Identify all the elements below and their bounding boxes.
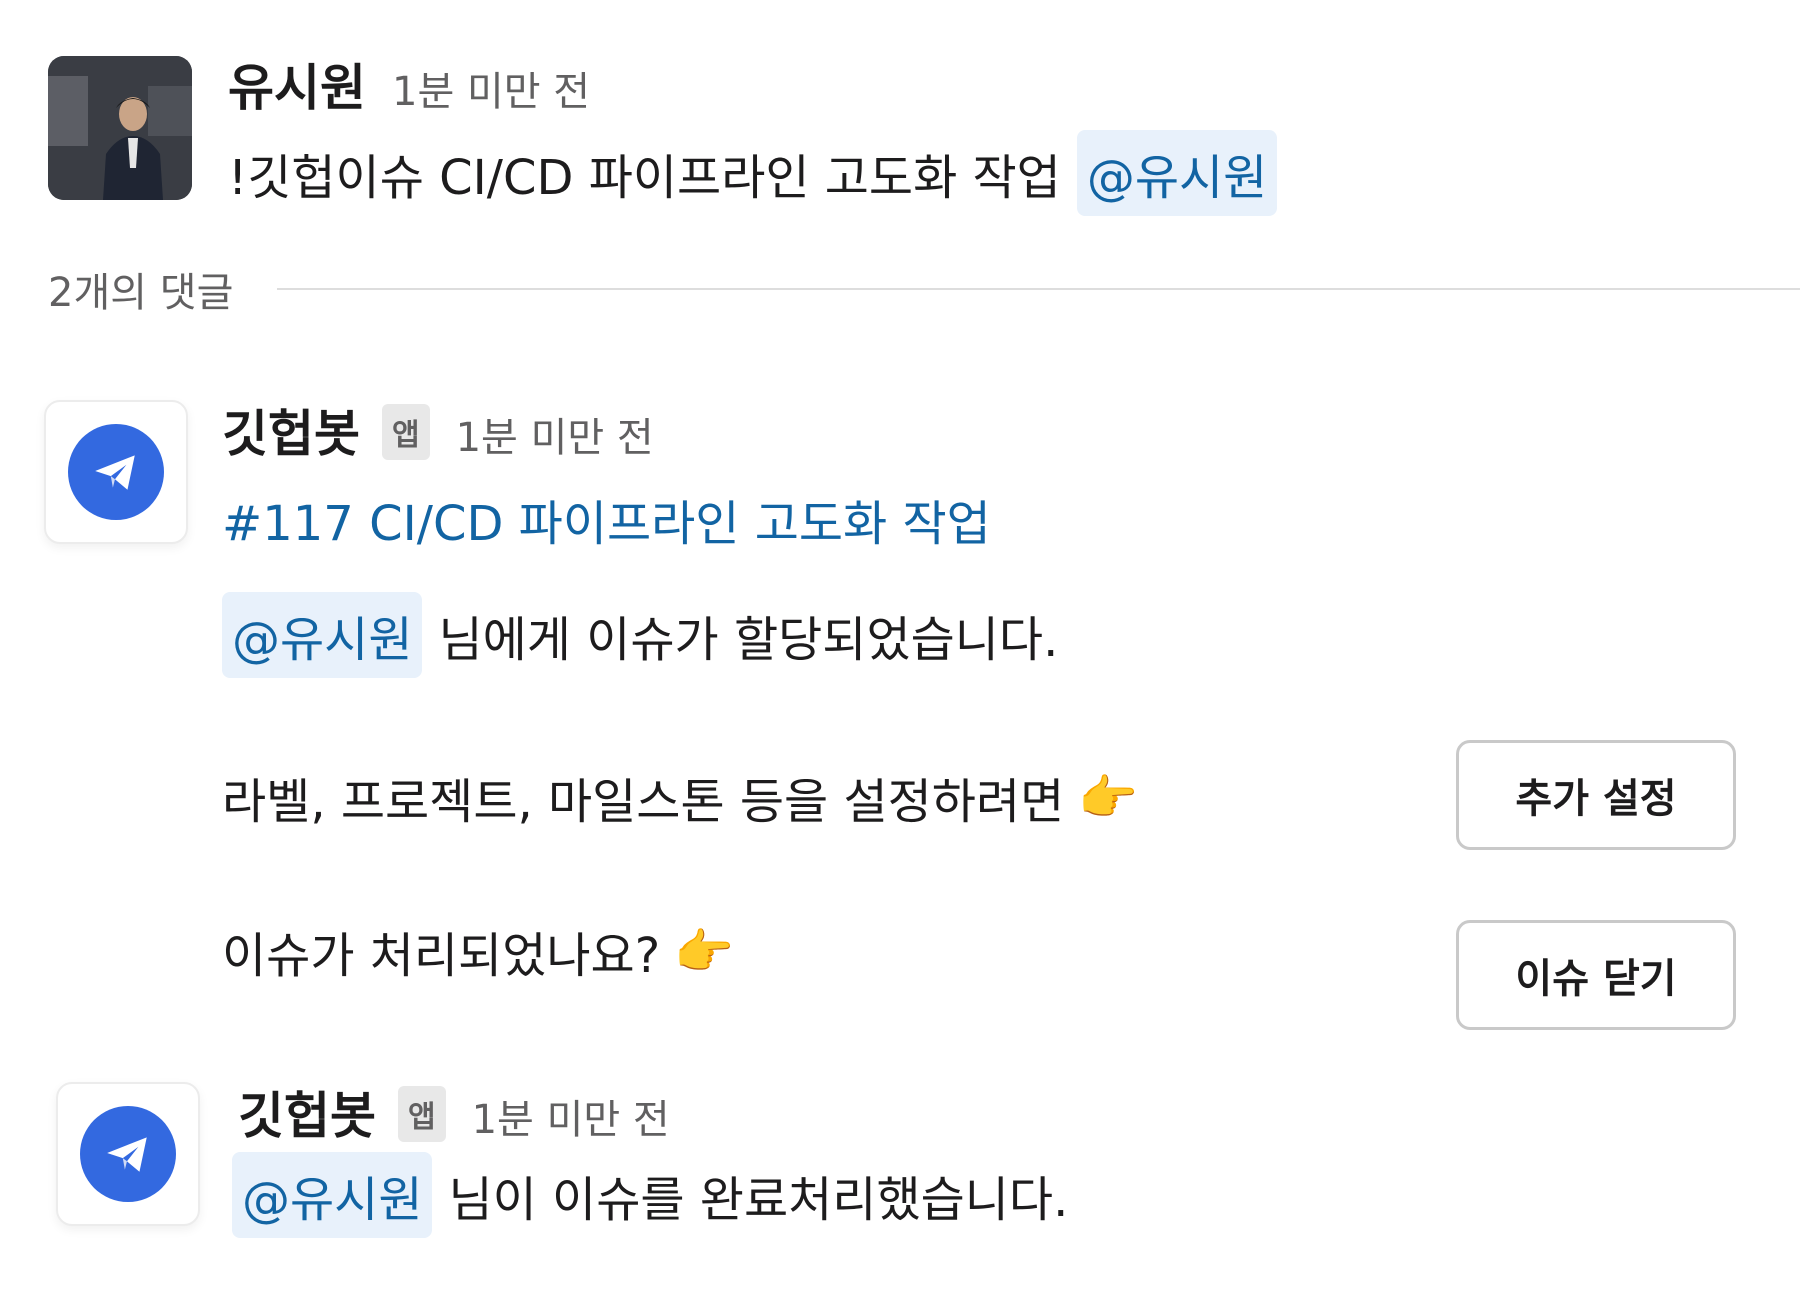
timestamp[interactable]: 1분 미만 전 <box>456 405 654 463</box>
complete-line: @유시원 님이 이슈를 완료처리했습니다. <box>232 1152 1068 1238</box>
mention-tag[interactable]: @유시원 <box>232 1152 433 1238</box>
reply-count: 2개의 댓글 <box>48 270 234 316</box>
close-issue-button[interactable]: 이슈 닫기 <box>1456 920 1736 1030</box>
mention-tag[interactable]: @유시원 <box>1076 130 1278 216</box>
close-prompt: 이슈가 처리되었나요? <box>222 928 661 984</box>
reply-1-header: 깃헙봇 앱 1분 미만 전 <box>222 394 654 466</box>
parent-text-line: !깃헙이슈 CI/CD 파이프라인 고도화 작업 @유시원 <box>228 130 1278 216</box>
user-avatar[interactable] <box>48 56 192 200</box>
close-line: 이슈가 처리되었나요? 👉 <box>222 916 734 986</box>
assign-text: 님에게 이슈가 할당되었습니다. <box>438 612 1059 668</box>
divider-line <box>277 288 1800 290</box>
bot-avatar[interactable] <box>44 400 188 544</box>
app-badge: 앱 <box>382 404 430 460</box>
parent-header: 유시원 1분 미만 전 <box>228 48 590 120</box>
mention-tag[interactable]: @유시원 <box>222 592 423 678</box>
timestamp[interactable]: 1분 미만 전 <box>392 59 590 117</box>
complete-text: 님이 이슈를 완료처리했습니다. <box>448 1172 1069 1228</box>
settings-prompt: 라벨, 프로젝트, 마일스톤 등을 설정하려면 <box>222 774 1065 830</box>
reply-divider: 2개의 댓글 <box>48 260 1800 318</box>
reply-2-header: 깃헙봇 앱 1분 미만 전 <box>238 1076 670 1148</box>
issue-link[interactable]: #117 CI/CD 파이프라인 고도화 작업 <box>222 484 991 554</box>
assign-line: @유시원 님에게 이슈가 할당되었습니다. <box>222 592 1058 678</box>
author-name[interactable]: 깃헙봇 <box>238 1076 376 1148</box>
author-name[interactable]: 깃헙봇 <box>222 394 360 466</box>
author-name[interactable]: 유시원 <box>228 48 366 120</box>
person-photo-icon <box>48 56 192 200</box>
pointing-right-emoji-icon: 👉 <box>1078 769 1139 826</box>
issue-link-line: #117 CI/CD 파이프라인 고도화 작업 <box>222 484 991 554</box>
bot-avatar[interactable] <box>56 1082 200 1226</box>
more-settings-button[interactable]: 추가 설정 <box>1456 740 1736 850</box>
parent-text: !깃헙이슈 CI/CD 파이프라인 고도화 작업 <box>228 150 1061 206</box>
pointing-right-emoji-icon: 👉 <box>674 923 734 980</box>
app-badge: 앱 <box>398 1086 446 1142</box>
paper-plane-icon <box>68 424 164 520</box>
timestamp[interactable]: 1분 미만 전 <box>472 1087 670 1145</box>
paper-plane-icon <box>80 1106 176 1202</box>
settings-line: 라벨, 프로젝트, 마일스톤 등을 설정하려면 👉 <box>222 762 1138 832</box>
